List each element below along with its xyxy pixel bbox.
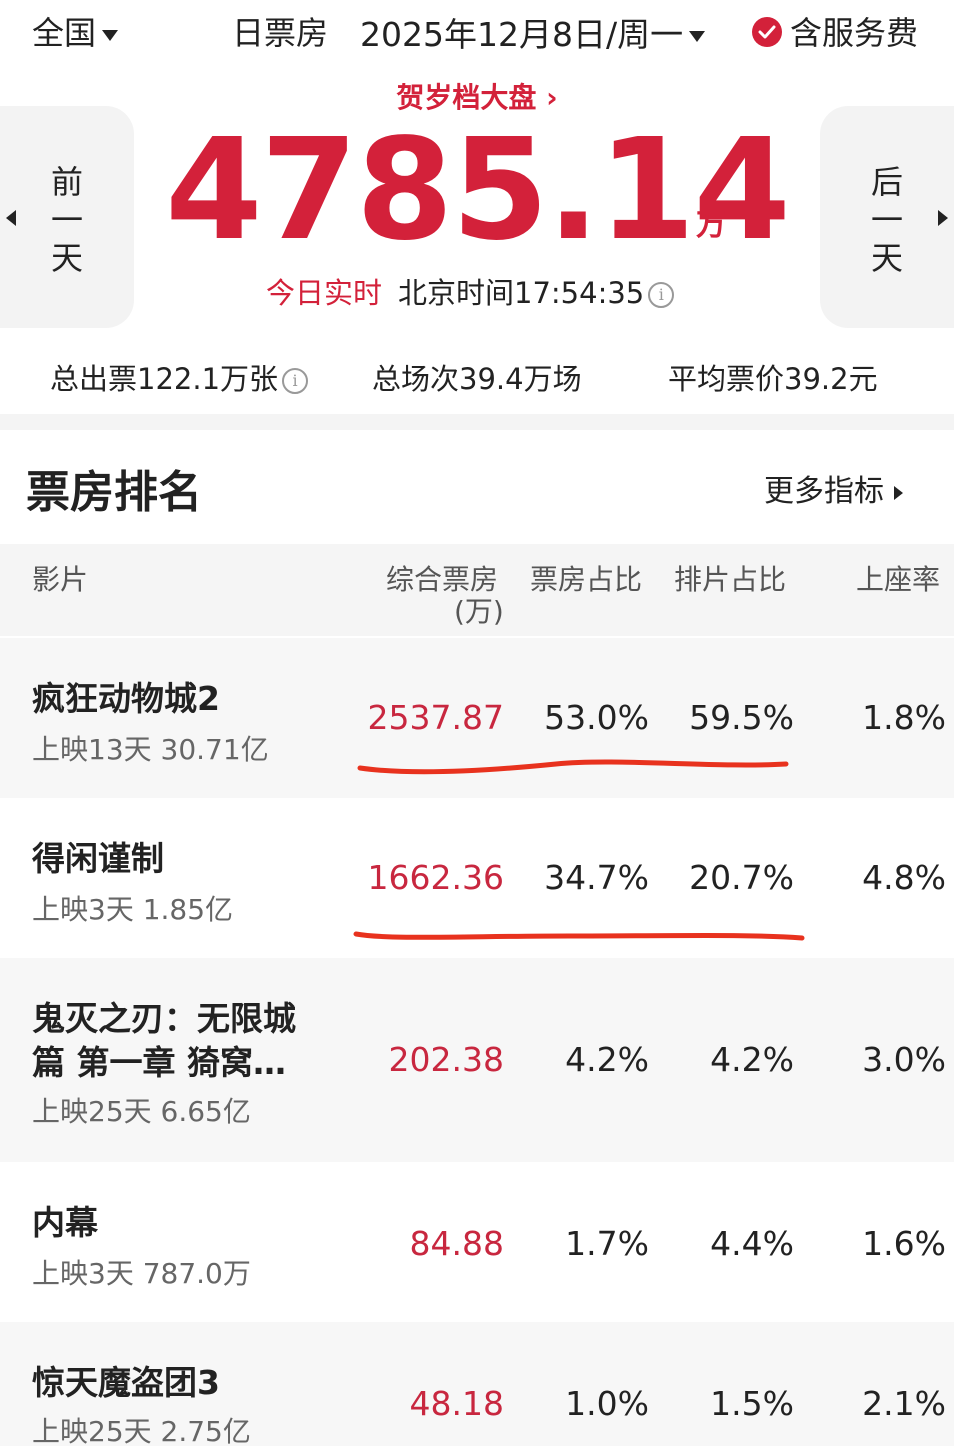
realtime-label: 今日实时	[266, 276, 383, 310]
film-sub: 上映25天 2.75亿	[32, 1415, 251, 1448]
occupancy-value: 4.8%	[862, 858, 946, 897]
film-title-line2: 篇 第一章 猗窝…	[32, 1043, 286, 1082]
checkmark-icon[interactable]	[752, 17, 782, 47]
total-tickets: 总出票122.1万张 i	[50, 356, 309, 398]
boxoffice-value: 84.88	[409, 1224, 504, 1263]
occupancy-value: 3.0%	[862, 1040, 946, 1079]
caret-right-icon	[894, 485, 903, 500]
hand-drawn-underline	[353, 931, 805, 941]
total-boxoffice: 4785.14	[165, 109, 791, 272]
schedule-value: 59.5%	[689, 698, 794, 737]
share-value: 4.2%	[565, 1040, 649, 1079]
service-fee-toggle-label[interactable]: 含服务费	[790, 8, 918, 54]
col-film: 影片	[32, 563, 89, 596]
col-schedule[interactable]: 排片占比	[674, 558, 786, 598]
col-boxoffice-unit: (万)	[454, 595, 504, 628]
date-label: 2025年12月8日/周一	[360, 15, 684, 54]
boxoffice-value: 2537.87	[367, 698, 504, 737]
info-icon[interactable]: i	[282, 368, 309, 394]
table-row[interactable]: 得闲谨制 上映3天 1.85亿 1662.36 34.7% 20.7% 4.8%	[0, 798, 954, 958]
caret-down-icon	[102, 29, 119, 41]
boxoffice-value: 48.18	[409, 1384, 504, 1423]
table-header: 影片 综合票房 (万) 票房占比 排片占比 上座率	[0, 544, 954, 636]
share-value: 1.0%	[565, 1384, 649, 1423]
info-icon[interactable]: i	[648, 282, 675, 308]
schedule-value: 4.4%	[710, 1224, 794, 1263]
avg-price: 平均票价39.2元	[668, 362, 878, 396]
caret-down-icon	[689, 31, 706, 42]
boxoffice-value: 202.38	[388, 1040, 504, 1079]
boxoffice-value: 1662.36	[367, 858, 504, 897]
section-divider	[0, 414, 954, 430]
day-boxoffice-label: 日票房	[232, 14, 329, 52]
film-title: 疯狂动物城2	[32, 679, 220, 718]
film-sub: 上映13天 30.71亿	[32, 733, 269, 766]
table-row[interactable]: 内幕 上映3天 787.0万 84.88 1.7% 4.4% 1.6%	[0, 1162, 954, 1322]
clock-text: 北京时间17:54:35	[398, 276, 645, 310]
region-label: 全国	[32, 14, 97, 52]
film-sub: 上映3天 787.0万	[32, 1257, 251, 1290]
table-row[interactable]: 惊天魔盗团3 上映25天 2.75亿 48.18 1.0% 1.5% 2.1%	[0, 1322, 954, 1448]
date-selector[interactable]: 2025年12月8日/周一	[360, 8, 706, 56]
share-value: 34.7%	[544, 858, 649, 897]
share-value: 1.7%	[565, 1224, 649, 1263]
film-sub: 上映25天 6.65亿	[32, 1095, 251, 1128]
film-title: 鬼灭之刃：无限城	[32, 999, 296, 1038]
schedule-value: 4.2%	[710, 1040, 794, 1079]
table-row[interactable]: 疯狂动物城2 上映13天 30.71亿 2537.87 53.0% 59.5% …	[0, 638, 954, 798]
ranking-title: 票房排名	[26, 467, 202, 518]
film-title: 内幕	[32, 1203, 98, 1242]
schedule-value: 1.5%	[710, 1384, 794, 1423]
total-tickets-text: 总出票122.1万张	[50, 362, 279, 396]
occupancy-value: 1.8%	[862, 698, 946, 737]
occupancy-value: 2.1%	[862, 1384, 946, 1423]
film-title: 惊天魔盗团3	[32, 1363, 220, 1402]
beijing-clock: 北京时间17:54:35 i	[398, 270, 675, 312]
top-bar: 全国 日票房 2025年12月8日/周一 含服务费	[0, 0, 954, 62]
schedule-value: 20.7%	[689, 858, 794, 897]
share-value: 53.0%	[544, 698, 649, 737]
table-row[interactable]: 鬼灭之刃：无限城 篇 第一章 猗窝… 上映25天 6.65亿 202.38 4.…	[0, 958, 954, 1162]
region-selector[interactable]: 全国	[32, 8, 119, 54]
occupancy-value: 1.6%	[862, 1224, 946, 1263]
film-title: 得闲谨制	[32, 839, 164, 878]
hand-drawn-underline	[357, 759, 789, 775]
col-share[interactable]: 票房占比	[530, 558, 642, 598]
more-metrics-button[interactable]: 更多指标	[764, 466, 903, 510]
film-sub: 上映3天 1.85亿	[32, 893, 234, 926]
more-metrics-label: 更多指标	[764, 474, 884, 509]
total-unit: 万	[696, 208, 726, 243]
total-shows: 总场次39.4万场	[372, 362, 582, 396]
col-occupancy[interactable]: 上座率	[856, 558, 940, 598]
